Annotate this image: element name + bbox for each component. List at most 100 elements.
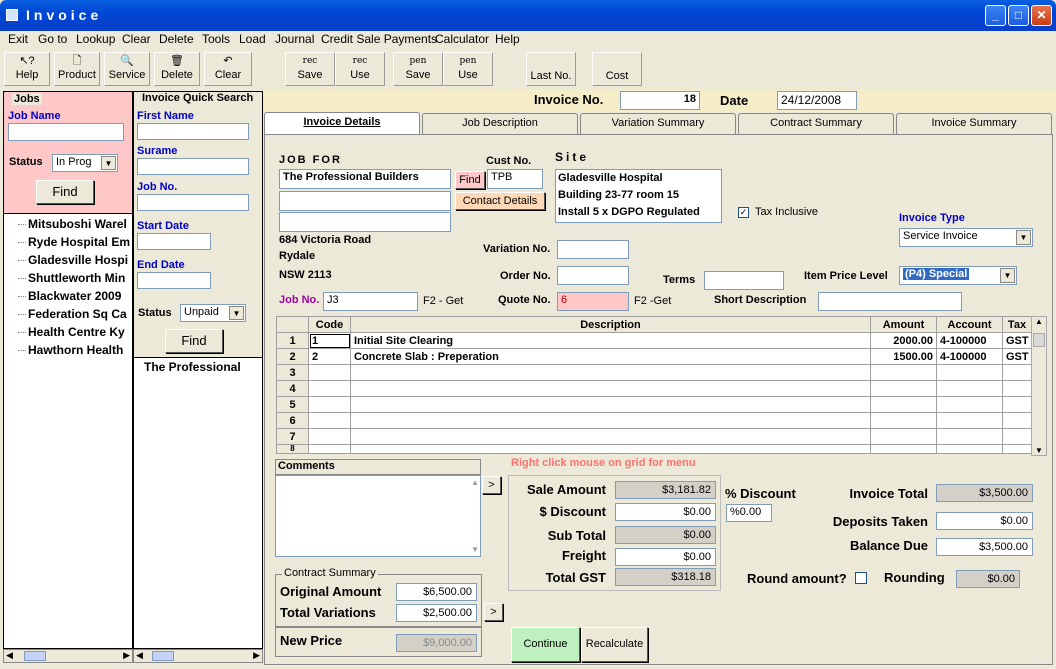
pen-save-button[interactable]: pen Save: [393, 52, 443, 86]
tab-invoice-details[interactable]: Invoice Details: [264, 112, 420, 135]
end-date-input[interactable]: [137, 272, 211, 289]
contact-details-button[interactable]: Contact Details: [455, 192, 545, 210]
job-tree-item[interactable]: Shuttleworth Min: [18, 271, 125, 285]
order-no-input[interactable]: [557, 266, 629, 285]
scroll-thumb[interactable]: [152, 651, 174, 661]
discount-field[interactable]: $0.00: [615, 503, 716, 521]
tab-variation-summary[interactable]: Variation Summary: [580, 113, 736, 134]
terms-input[interactable]: [704, 271, 784, 290]
job-no-input[interactable]: [137, 194, 249, 211]
find-customer-button[interactable]: Find: [455, 171, 485, 189]
tab-contract-summary[interactable]: Contract Summary: [738, 113, 894, 134]
menu-tools[interactable]: Tools: [202, 32, 230, 46]
job-tree-item[interactable]: Hawthorn Health: [18, 343, 123, 357]
table-row[interactable]: 6: [276, 412, 1032, 429]
menu-lookup[interactable]: Lookup: [76, 32, 115, 46]
maximize-button[interactable]: □: [1008, 5, 1029, 26]
original-amount-field[interactable]: $6,500.00: [396, 583, 477, 601]
menu-credit-sale-payments[interactable]: Credit Sale Payments: [321, 32, 437, 46]
scroll-thumb[interactable]: [1033, 333, 1045, 347]
site-textarea[interactable]: Gladesville Hospital Building 23-77 room…: [555, 169, 722, 223]
job-tree-item[interactable]: Mitsuboshi Warel: [18, 217, 127, 231]
job-tree-item[interactable]: Health Centre Ky: [18, 325, 125, 339]
clear-button[interactable]: ↶ Clear: [204, 52, 252, 86]
cust-no-input[interactable]: TPB: [487, 169, 543, 189]
recalculate-button[interactable]: Recalculate: [581, 627, 648, 662]
table-row[interactable]: 3: [276, 364, 1032, 381]
total-variations-field[interactable]: $2,500.00: [396, 604, 477, 622]
menu-goto[interactable]: Go to: [38, 32, 67, 46]
product-button[interactable]: 🗋 Product: [54, 52, 100, 86]
job-no-input[interactable]: J3: [323, 292, 418, 311]
quick-status-select[interactable]: Unpaid ▼: [180, 304, 246, 322]
menu-delete[interactable]: Delete: [159, 32, 194, 46]
pen-use-button[interactable]: pen Use: [443, 52, 493, 86]
col-header-amount[interactable]: Amount: [870, 316, 937, 333]
tab-job-description[interactable]: Job Description: [422, 113, 578, 134]
comments-textarea[interactable]: ▲ ▼: [275, 475, 481, 557]
start-date-input[interactable]: [137, 233, 211, 250]
item-price-level-select[interactable]: (P4) Special ▼: [899, 266, 1017, 285]
col-header-description[interactable]: Description: [350, 316, 871, 333]
job-tree-item[interactable]: Ryde Hospital Em: [18, 235, 130, 249]
rec-use-button[interactable]: rec Use: [335, 52, 385, 86]
continue-button[interactable]: Continue: [511, 627, 580, 662]
round-amount-checkbox[interactable]: [855, 572, 867, 584]
menu-load[interactable]: Load: [239, 32, 266, 46]
surname-input[interactable]: [137, 158, 249, 175]
quick-find-button[interactable]: Find: [165, 329, 223, 353]
col-header-tax[interactable]: Tax: [1002, 316, 1032, 333]
table-row[interactable]: 5: [276, 396, 1032, 413]
scroll-thumb[interactable]: [24, 651, 46, 661]
deposits-taken-field[interactable]: $0.00: [936, 512, 1033, 530]
variation-no-input[interactable]: [557, 240, 629, 259]
menu-help[interactable]: Help: [495, 32, 520, 46]
date-field[interactable]: 24/12/2008: [777, 91, 857, 110]
invoice-no-field[interactable]: 18: [620, 91, 700, 110]
site-label: Site: [555, 150, 590, 164]
col-header-code[interactable]: Code: [308, 316, 351, 333]
delete-button[interactable]: 🗑 Delete: [154, 52, 200, 86]
comments-expand-button[interactable]: >: [482, 476, 501, 494]
rec-save-button[interactable]: rec Save: [285, 52, 335, 86]
table-row[interactable]: 1 1 Initial Site Clearing 2000.00 4-100000 GS…: [276, 332, 1032, 349]
job-for-line2[interactable]: [279, 191, 451, 211]
quick-result-item[interactable]: The Professional: [144, 360, 241, 374]
tax-inclusive-checkbox[interactable]: ✓: [738, 207, 749, 218]
job-for-input[interactable]: The Professional Builders: [279, 169, 451, 189]
freight-field[interactable]: $0.00: [615, 548, 716, 566]
tab-invoice-summary[interactable]: Invoice Summary: [896, 113, 1052, 134]
cost-button[interactable]: Cost: [592, 52, 642, 86]
help-button[interactable]: ↖? Help: [4, 52, 50, 86]
last-no-button[interactable]: Last No.: [526, 52, 576, 86]
service-button[interactable]: 🔍 Service: [104, 52, 150, 86]
table-row[interactable]: 8: [276, 444, 1032, 454]
close-button[interactable]: ✕: [1031, 5, 1052, 26]
job-no-label: Job No.: [137, 181, 178, 193]
variations-expand-button[interactable]: >: [484, 603, 503, 621]
jobs-status-select[interactable]: In Prog ▼: [52, 154, 118, 172]
table-row[interactable]: 7: [276, 428, 1032, 445]
menu-journal[interactable]: Journal: [275, 32, 314, 46]
grid-scrollbar[interactable]: ▲ ▼: [1031, 316, 1047, 456]
quote-no-input[interactable]: 6: [557, 292, 629, 311]
pct-discount-field[interactable]: %0.00: [726, 504, 772, 522]
job-tree-item[interactable]: Gladesville Hospi: [18, 253, 128, 267]
first-name-input[interactable]: [137, 123, 249, 140]
job-tree-item[interactable]: Federation Sq Ca: [18, 307, 127, 321]
table-row[interactable]: 2 2 Concrete Slab : Preperation 1500.00 4-10…: [276, 348, 1032, 365]
menu-calculator[interactable]: Calculator: [435, 32, 489, 46]
menu-exit[interactable]: Exit: [8, 32, 28, 46]
menu-clear[interactable]: Clear: [122, 32, 151, 46]
jobs-find-button[interactable]: Find: [36, 180, 94, 204]
quick-scrollbar[interactable]: ◀ ▶: [133, 649, 263, 663]
minimize-button[interactable]: _: [985, 5, 1006, 26]
short-description-input[interactable]: [818, 292, 962, 311]
job-tree-item[interactable]: Blackwater 2009: [18, 289, 121, 303]
invoice-type-select[interactable]: Service Invoice ▼: [899, 228, 1033, 247]
col-header-account[interactable]: Account: [936, 316, 1003, 333]
table-row[interactable]: 4: [276, 380, 1032, 397]
jobs-scrollbar[interactable]: ◀ ▶: [3, 649, 133, 663]
job-for-line3[interactable]: [279, 212, 451, 232]
job-name-input[interactable]: [8, 123, 124, 141]
